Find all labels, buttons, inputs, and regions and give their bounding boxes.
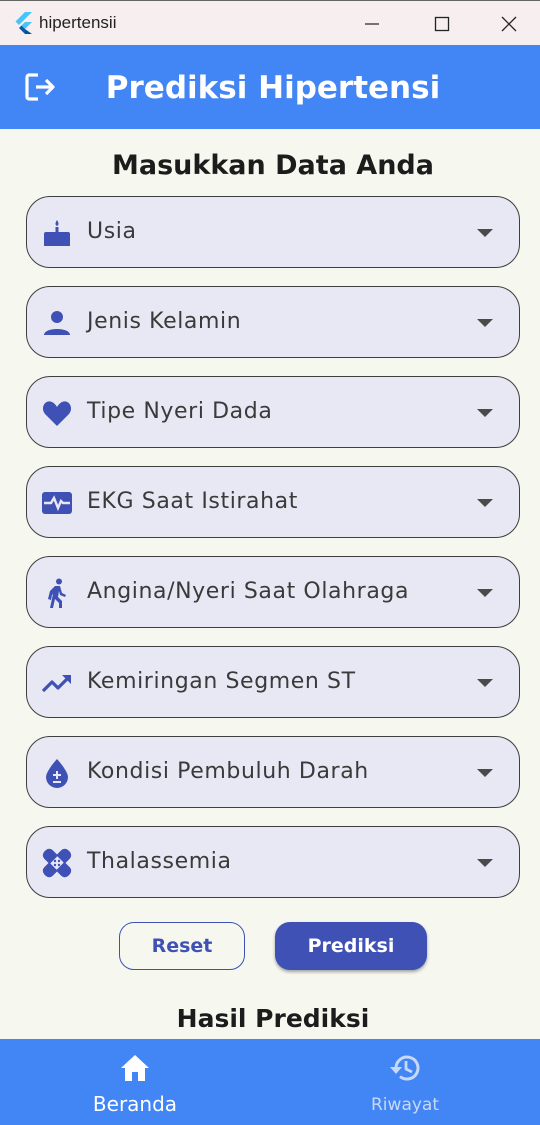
- minimize-icon: [365, 22, 379, 25]
- dropdown-kondisi-pembuluh-darah[interactable]: Kondisi Pembuluh Darah: [26, 736, 520, 808]
- predict-button[interactable]: Prediksi: [275, 922, 427, 970]
- chevron-down-icon: [477, 679, 493, 687]
- window-title: hipertensii: [39, 13, 117, 32]
- dropdown-angina[interactable]: Angina/Nyeri Saat Olahraga: [26, 556, 520, 628]
- monitor-heart-icon: [42, 492, 72, 514]
- dropdown-label: Kemiringan Segmen ST: [87, 669, 356, 694]
- home-icon: [121, 1055, 149, 1081]
- maximize-icon: [434, 16, 450, 31]
- dropdown-label: EKG Saat Istirahat: [87, 489, 298, 514]
- person-icon: [44, 311, 70, 335]
- reset-button[interactable]: Reset: [119, 922, 245, 970]
- history-icon: [390, 1055, 420, 1081]
- chevron-down-icon: [477, 769, 493, 777]
- bottom-navigation: Beranda Riwayat: [0, 1039, 540, 1125]
- app-title: Prediksi Hipertensi: [105, 70, 441, 106]
- dropdown-usia[interactable]: Usia: [26, 196, 520, 268]
- chevron-down-icon: [477, 859, 493, 867]
- nav-item-riwayat[interactable]: Riwayat: [270, 1039, 540, 1125]
- walking-icon: [48, 578, 66, 608]
- trending-up-icon: [41, 674, 72, 693]
- dropdown-label: Tipe Nyeri Dada: [87, 399, 273, 424]
- nav-item-beranda[interactable]: Beranda: [0, 1039, 270, 1125]
- chevron-down-icon: [477, 229, 493, 237]
- close-window-button[interactable]: [477, 1, 540, 46]
- flutter-logo-icon: [15, 12, 32, 34]
- nav-label: Beranda: [92, 1092, 178, 1116]
- dropdown-kemiringan-segmen-st[interactable]: Kemiringan Segmen ST: [26, 646, 520, 718]
- cake-icon: [44, 220, 70, 246]
- blood-drop-icon: [46, 759, 68, 788]
- dropdown-label: Thalassemia: [87, 849, 232, 874]
- dropdown-jenis-kelamin[interactable]: Jenis Kelamin: [26, 286, 520, 358]
- dropdown-label: Usia: [87, 219, 137, 244]
- dropdown-label: Angina/Nyeri Saat Olahraga: [87, 579, 410, 604]
- chevron-down-icon: [477, 499, 493, 507]
- dropdown-label: Jenis Kelamin: [87, 309, 242, 334]
- minimize-button[interactable]: [337, 1, 407, 46]
- result-heading: Hasil Prediksi: [176, 1004, 370, 1033]
- heart-icon: [42, 401, 72, 426]
- close-icon: [501, 16, 516, 31]
- chevron-down-icon: [477, 319, 493, 327]
- form-heading: Masukkan Data Anda: [112, 150, 434, 181]
- dropdown-label: Kondisi Pembuluh Darah: [87, 759, 369, 784]
- app-bar: Prediksi Hipertensi: [0, 45, 540, 129]
- dropdown-thalassemia[interactable]: Thalassemia: [26, 826, 520, 898]
- chevron-down-icon: [477, 409, 493, 417]
- dropdown-ekg-saat-istirahat[interactable]: EKG Saat Istirahat: [26, 466, 520, 538]
- maximize-button[interactable]: [407, 1, 477, 46]
- bandage-icon: [42, 848, 72, 878]
- window-titlebar: hipertensii: [0, 0, 540, 45]
- dropdown-tipe-nyeri-dada[interactable]: Tipe Nyeri Dada: [26, 376, 520, 448]
- chevron-down-icon: [477, 589, 493, 597]
- nav-label: Riwayat: [371, 1095, 439, 1115]
